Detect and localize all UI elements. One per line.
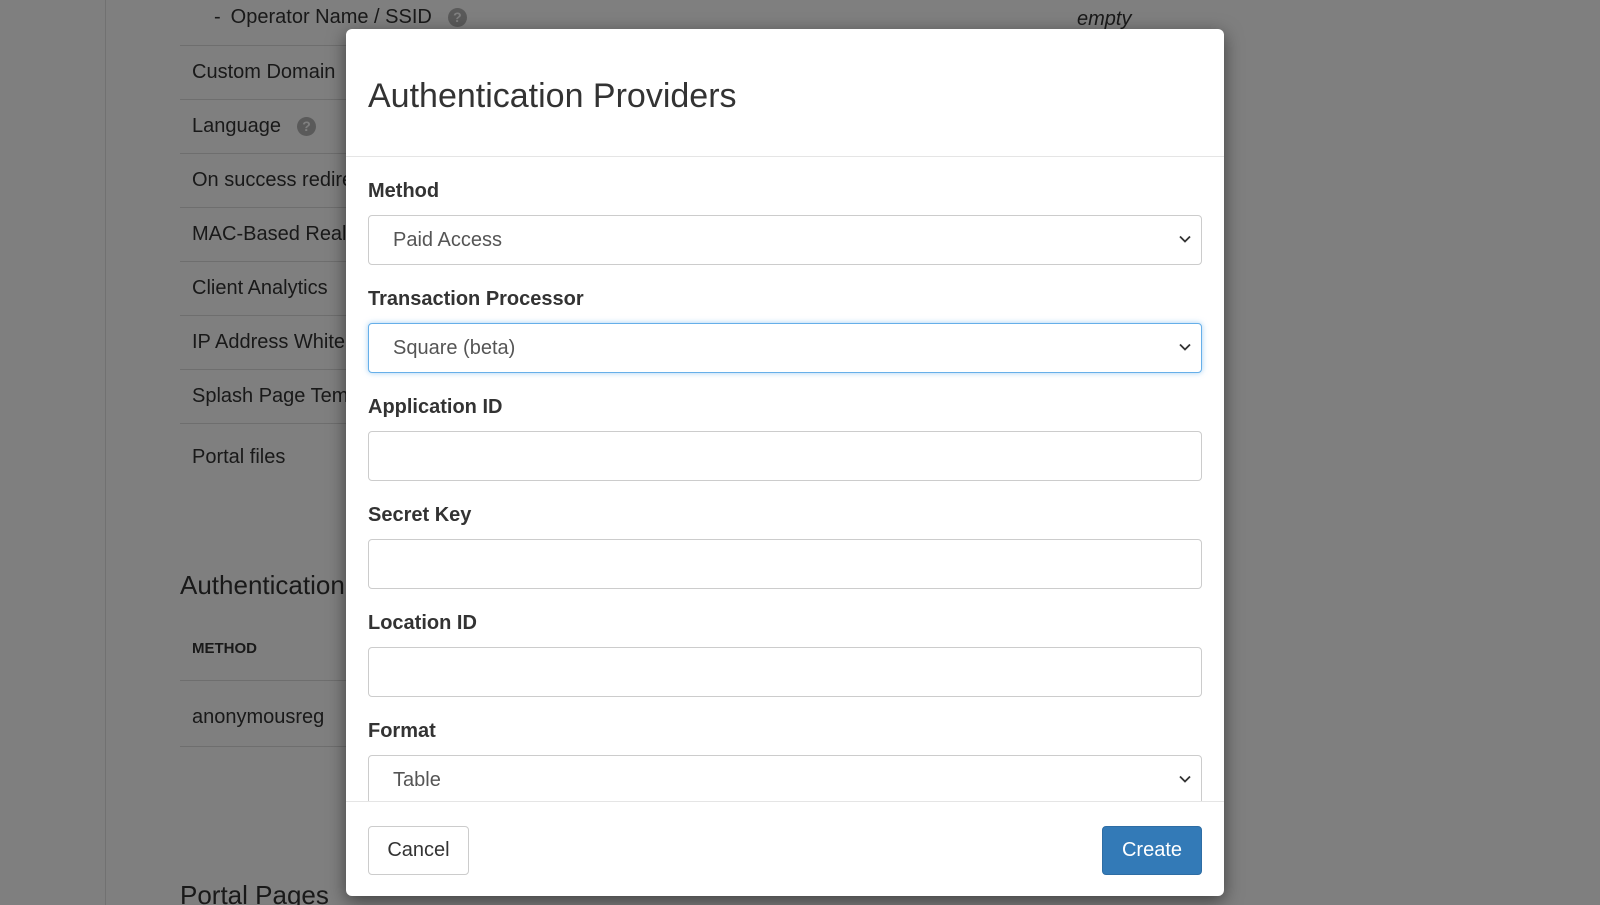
transaction-processor-label: Transaction Processor	[368, 288, 584, 310]
cancel-button[interactable]: Cancel	[368, 826, 469, 875]
transaction-processor-select[interactable]: Square (beta)	[368, 323, 1202, 373]
application-id-label: Application ID	[368, 396, 503, 418]
secret-key-group: Secret Key	[368, 481, 1202, 589]
chevron-down-icon	[1179, 235, 1191, 243]
method-select[interactable]: Paid Access	[368, 215, 1202, 265]
location-id-group: Location ID	[368, 589, 1202, 697]
method-group: Method Paid Access	[368, 157, 1202, 265]
chevron-down-icon	[1179, 775, 1191, 783]
format-group: Format Table	[368, 697, 1202, 801]
location-id-input[interactable]	[368, 647, 1202, 697]
transaction-processor-group: Transaction Processor Square (beta)	[368, 265, 1202, 373]
secret-key-input[interactable]	[368, 539, 1202, 589]
modal-body: Method Paid Access Transaction Processor…	[346, 157, 1224, 801]
application-id-input[interactable]	[368, 431, 1202, 481]
format-label: Format	[368, 720, 436, 742]
modal-title: Authentication Providers	[368, 77, 737, 115]
chevron-down-icon	[1179, 343, 1191, 351]
transaction-processor-value: Square (beta)	[393, 337, 516, 359]
create-button[interactable]: Create	[1102, 826, 1202, 875]
modal-header: Authentication Providers	[346, 29, 1224, 157]
format-select-value: Table	[393, 769, 441, 791]
location-id-label: Location ID	[368, 612, 477, 634]
format-select[interactable]: Table	[368, 755, 1202, 801]
application-id-group: Application ID	[368, 373, 1202, 481]
method-label: Method	[368, 180, 440, 202]
method-select-value: Paid Access	[393, 229, 502, 251]
modal-footer: Cancel Create	[346, 801, 1224, 896]
auth-provider-modal: Authentication Providers Method Paid Acc…	[346, 29, 1224, 896]
secret-key-label: Secret Key	[368, 504, 472, 526]
